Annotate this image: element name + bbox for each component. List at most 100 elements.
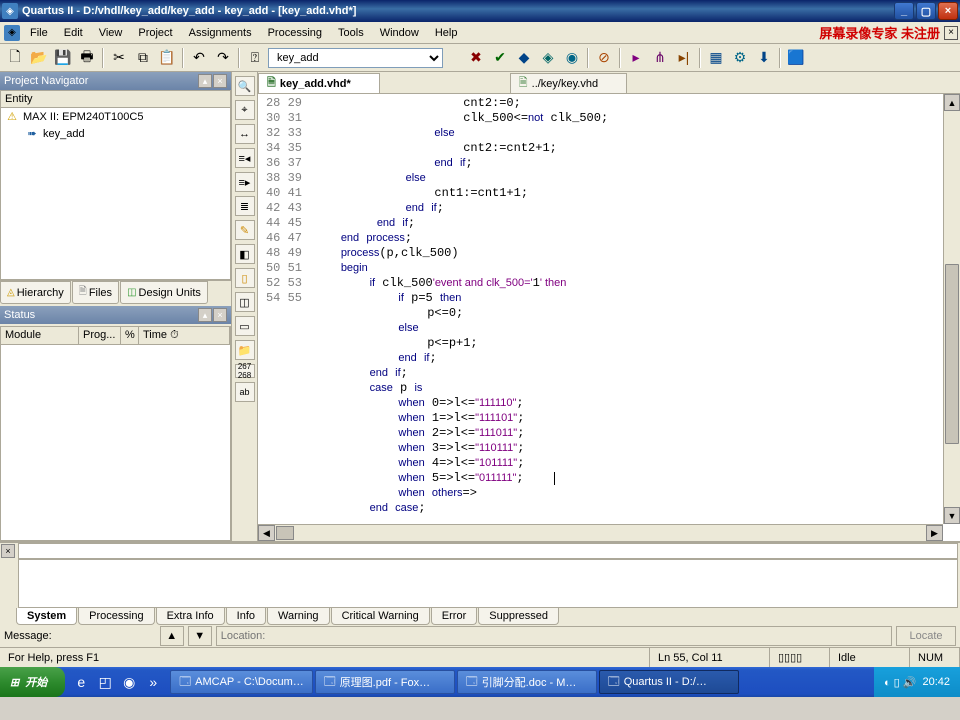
device-row[interactable]: ⚠ MAX II: EPM240T100C5 (1, 108, 230, 125)
location-field[interactable] (216, 626, 892, 646)
redo-button[interactable]: ↷ (212, 47, 234, 69)
menu-edit[interactable]: Edit (56, 25, 91, 41)
scroll-thumb[interactable] (945, 264, 959, 444)
start-button[interactable]: ⊞ 开始 (0, 667, 65, 697)
run-button[interactable]: ▸ (625, 47, 647, 69)
scroll-left-button[interactable]: ◀ (258, 525, 275, 541)
cursor-button[interactable]: ⌖ (235, 100, 255, 120)
close-button[interactable]: × (938, 2, 958, 20)
msg-next-button[interactable]: ▼ (188, 626, 212, 646)
editor-tab-key[interactable]: 🗎 ../key/key.vhd (510, 73, 627, 93)
tray-icons[interactable]: ◐ ▯ 🔊 (884, 676, 917, 689)
block-button[interactable]: ▯ (235, 268, 255, 288)
more-icon[interactable]: » (143, 671, 163, 693)
maximize-button[interactable]: ▢ (916, 2, 936, 20)
taskbar-item[interactable]: 🗔Quartus II - D:/… (599, 670, 739, 694)
toggle-button[interactable]: ◫ (235, 292, 255, 312)
menu-tools[interactable]: Tools (330, 25, 372, 41)
scroll-right-button[interactable]: ▶ (926, 525, 943, 541)
analyze-button[interactable]: ◈ (537, 47, 559, 69)
tab-design-units[interactable]: ◫Design Units (120, 281, 208, 304)
desktop-icon[interactable]: ◰ (95, 671, 115, 693)
locate-button[interactable]: Locate (896, 626, 956, 646)
copy-button[interactable]: ⧉ (132, 47, 154, 69)
bracket-button[interactable]: ▭ (235, 316, 255, 336)
wizard-button[interactable]: 🟦 (785, 47, 807, 69)
menu-processing[interactable]: Processing (260, 25, 330, 41)
code-body[interactable]: cnt2:=0; clk_500<=not clk_500; else cnt2… (308, 94, 960, 541)
sim-button[interactable]: ⋔ (649, 47, 671, 69)
editor-tab-key-add[interactable]: 🗎 key_add.vhd* (258, 73, 380, 93)
save-button[interactable]: 💾 (52, 47, 74, 69)
taskbar-item[interactable]: 🗔AMCAP - C:\Docum… (170, 670, 313, 694)
ab-button[interactable]: ab (235, 382, 255, 402)
gear-button[interactable]: ⚙ (729, 47, 751, 69)
msg-tab-info[interactable]: Info (226, 608, 266, 625)
vertical-scrollbar[interactable]: ▲ ▼ (943, 94, 960, 524)
panel-close-button[interactable]: × (213, 74, 227, 88)
check-button[interactable]: ✔ (489, 47, 511, 69)
msg-tab-warning[interactable]: Warning (267, 608, 330, 625)
messages-body[interactable] (18, 543, 958, 559)
msg-tab-critical-warning[interactable]: Critical Warning (331, 608, 430, 625)
ie-icon[interactable]: e (71, 671, 91, 693)
menu-assignments[interactable]: Assignments (181, 25, 260, 41)
find-button[interactable]: 🔍 (235, 76, 255, 96)
highlight-button[interactable]: ✎ (235, 220, 255, 240)
target-select[interactable]: key_add (268, 48, 443, 68)
line-267-button[interactable]: 267268 (235, 364, 255, 378)
download-button[interactable]: ⬇ (753, 47, 775, 69)
menu-file[interactable]: File (22, 25, 56, 41)
taskbar-item[interactable]: 🗔引脚分配.doc - M… (457, 670, 597, 694)
scroll-down-button[interactable]: ▼ (944, 507, 960, 524)
open-file-button[interactable]: 📂 (28, 47, 50, 69)
fit-button[interactable]: ◉ (561, 47, 583, 69)
panel-close-button[interactable]: × (213, 308, 227, 322)
messages-list[interactable] (18, 559, 958, 608)
system-tray[interactable]: ◐ ▯ 🔊 20:42 (874, 667, 960, 697)
code-editor[interactable]: 28 29 30 31 32 33 34 35 36 37 38 39 40 4… (258, 94, 960, 541)
menu-help[interactable]: Help (427, 25, 466, 41)
menu-view[interactable]: View (91, 25, 131, 41)
menu-window[interactable]: Window (372, 25, 427, 41)
msg-tab-suppressed[interactable]: Suppressed (478, 608, 559, 625)
entity-row[interactable]: ➠ key_add (1, 125, 230, 142)
tab-files[interactable]: 🗎Files (72, 281, 119, 304)
chip-button[interactable]: ▦ (705, 47, 727, 69)
scroll-thumb-h[interactable] (276, 526, 294, 540)
indent-left-button[interactable]: ≡◂ (235, 148, 255, 168)
scroll-up-button[interactable]: ▲ (944, 94, 960, 111)
print-button[interactable]: 🖶 (76, 47, 98, 69)
mdi-close-button[interactable]: × (944, 26, 958, 40)
messages-close-button[interactable]: × (1, 544, 15, 558)
app-icon[interactable]: ◉ (119, 671, 139, 693)
timing-button[interactable]: ▸| (673, 47, 695, 69)
compile-button[interactable]: ◆ (513, 47, 535, 69)
msg-tab-extra-info[interactable]: Extra Info (156, 608, 225, 625)
panel-expand-button[interactable]: ▴ (198, 74, 212, 88)
lines-button[interactable]: ≣ (235, 196, 255, 216)
panel-expand-button[interactable]: ▴ (198, 308, 212, 322)
help-pointer-button[interactable]: ⍰ (244, 47, 266, 69)
ruler-button[interactable]: ↔ (235, 124, 255, 144)
cut-button[interactable]: ✂ (108, 47, 130, 69)
horizontal-scrollbar[interactable]: ◀ ▶ (258, 524, 943, 541)
msg-tab-system[interactable]: System (16, 608, 77, 625)
taskbar-item[interactable]: 🗔原理图.pdf - Fox… (315, 670, 455, 694)
hierarchy-tree[interactable]: Entity ⚠ MAX II: EPM240T100C5 ➠ key_add (0, 90, 231, 280)
menu-project[interactable]: Project (130, 25, 180, 41)
new-file-button[interactable]: 🗋 (4, 47, 26, 69)
msg-tab-processing[interactable]: Processing (78, 608, 154, 625)
msg-tab-error[interactable]: Error (431, 608, 477, 625)
msg-prev-button[interactable]: ▲ (160, 626, 184, 646)
bookmark-button[interactable]: ◧ (235, 244, 255, 264)
stop-button[interactable]: ✖ (465, 47, 487, 69)
undo-button[interactable]: ↶ (188, 47, 210, 69)
stop-process-button[interactable]: ⊘ (593, 47, 615, 69)
indent-right-button[interactable]: ≡▸ (235, 172, 255, 192)
paste-button[interactable]: 📋 (156, 47, 178, 69)
folder-button[interactable]: 📁 (235, 340, 255, 360)
tab-hierarchy[interactable]: ◬Hierarchy (0, 281, 71, 304)
status-grid[interactable]: Module Prog... % Time ⏱ (0, 326, 231, 541)
minimize-button[interactable]: _ (894, 2, 914, 20)
